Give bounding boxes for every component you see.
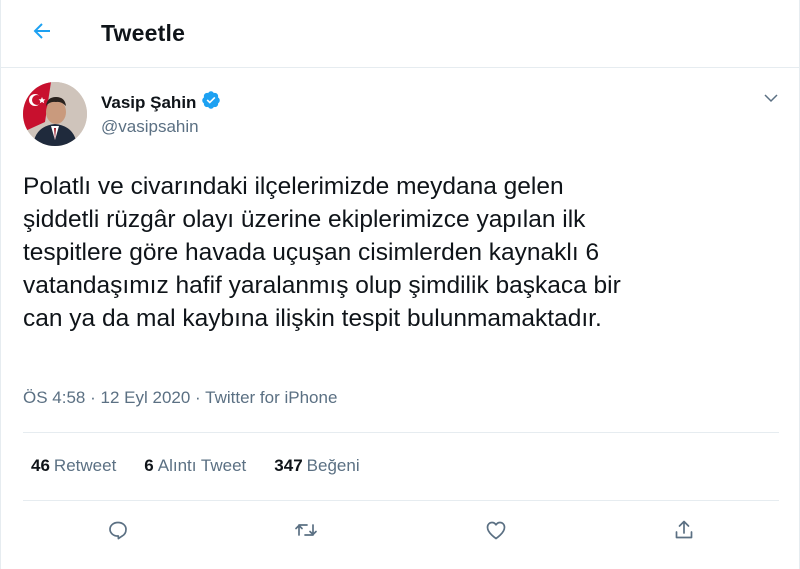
share-icon [672,518,696,547]
tweet-time[interactable]: ÖS 4:58 [23,388,85,407]
reply-button[interactable] [98,512,138,552]
tweet-timestamp: ÖS 4:58 · 12 Eyl 2020 · Twitter for iPho… [23,388,337,408]
tweet-page: Tweetle Vasip Şahin @vasipsahin Polatlı … [0,0,800,569]
more-options-button[interactable] [757,88,785,112]
quote-tweet-count[interactable]: 6 Alıntı Tweet [144,456,246,476]
like-count[interactable]: 347 Beğeni [274,456,359,476]
divider [23,432,779,433]
share-button[interactable] [664,512,704,552]
author-name[interactable]: Vasip Şahin [101,90,221,115]
meta-separator: · [90,388,96,407]
heart-icon [484,518,508,547]
author-name-text: Vasip Şahin [101,92,197,112]
back-button[interactable] [23,14,61,52]
engagement-stats: 46 Retweet 6 Alıntı Tweet 347 Beğeni [31,456,360,476]
verified-badge-icon [201,90,221,115]
retweet-icon [294,518,318,547]
top-bar: Tweetle [1,0,800,68]
avatar[interactable] [23,82,87,146]
chevron-down-icon [762,89,780,112]
retweet-count[interactable]: 46 Retweet [31,456,116,476]
meta-separator: · [195,388,201,407]
tweet-actions [1,512,800,552]
page-title: Tweetle [101,20,186,46]
author-handle[interactable]: @vasipsahin [101,117,199,137]
tweet-source[interactable]: Twitter for iPhone [205,388,337,407]
like-button[interactable] [476,512,516,552]
retweet-button[interactable] [286,512,326,552]
arrow-left-icon [30,19,54,48]
tweet-text: Polatlı ve civarındaki ilçelerimizde mey… [23,173,621,332]
tweet-date[interactable]: 12 Eyl 2020 [101,388,191,407]
reply-icon [106,518,130,547]
divider [23,500,779,501]
